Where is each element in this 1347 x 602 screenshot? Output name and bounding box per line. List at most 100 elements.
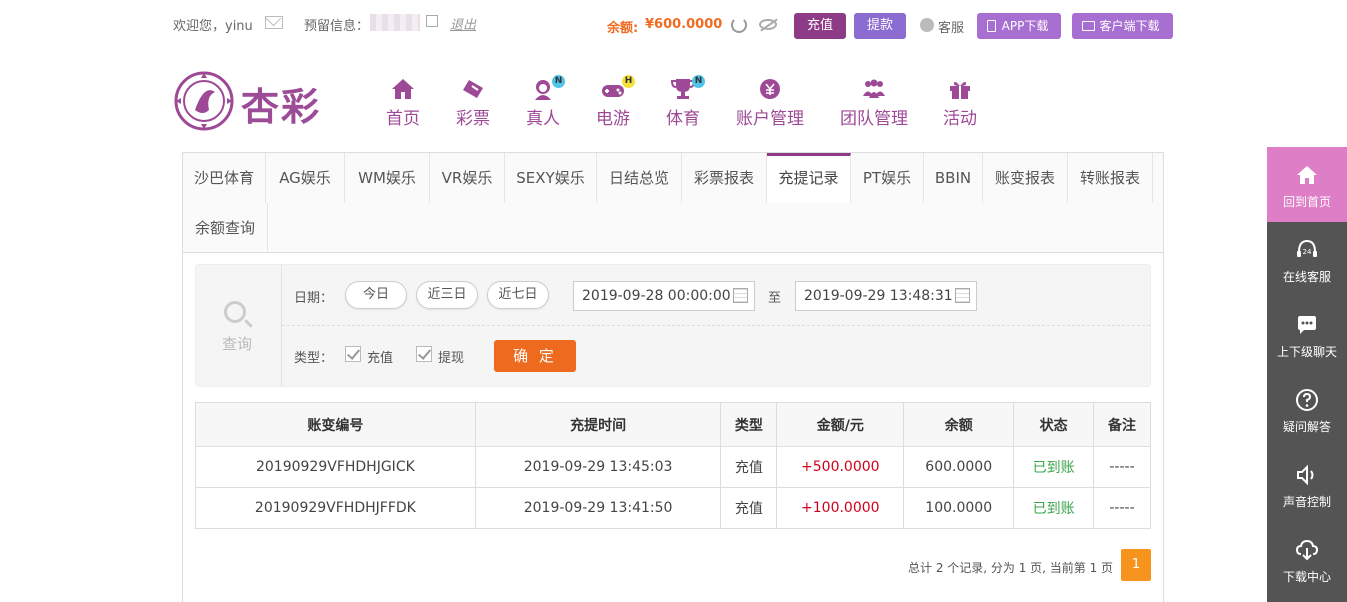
nav-sports-label: 体育 [666,109,700,129]
col-serial: 账变编号 [195,402,476,447]
col-status: 状态 [1013,402,1095,447]
today-button[interactable]: 今日 [345,281,407,309]
tab-wm[interactable]: WM娱乐 [345,153,430,203]
cell-serial: 20190929VFHDHJFFDK [195,487,476,529]
hide-balance-icon[interactable] [759,19,777,30]
side-online-service-label: 在线客服 [1282,270,1331,284]
side-back-home-label: 回到首页 [1282,195,1331,209]
nav-egames-label: 电游 [596,109,630,129]
cell-amount: +100.0000 [776,487,905,529]
cell-serial: 20190929VFHDHJGICK [195,446,476,488]
nav-egames[interactable]: H 电游 [596,75,635,129]
records-table: 账变编号 充提时间 类型 金额/元 余额 状态 备注 20190929VFHDH… [195,402,1151,529]
side-faq[interactable]: 疑问解答 [1267,372,1347,447]
col-balance: 余额 [903,402,1015,447]
start-date-input[interactable]: 2019-09-28 00:00:00 [573,281,755,311]
nav-team[interactable]: 团队管理 [840,78,908,129]
records-content: 查询 日期： 今日 近三日 近七日 2019-09-28 00:00:00 至 … [183,253,1163,602]
tab-transfer-report[interactable]: 转账报表 [1068,153,1153,203]
nav-team-label: 团队管理 [840,109,908,129]
svg-text:24: 24 [1303,248,1312,256]
tab-sexy[interactable]: SEXY娱乐 [505,153,597,203]
app-download-button[interactable]: APP下载 [977,13,1061,39]
tab-ag[interactable]: AG娱乐 [266,153,345,203]
cell-remark: ----- [1093,487,1151,529]
withdraw-checkbox-label[interactable]: 提现 [438,347,464,366]
withdraw-button[interactable]: 提款 [854,13,906,39]
side-online-service[interactable]: 24 在线客服 [1267,222,1347,297]
cell-remark: ----- [1093,446,1151,488]
customer-service-icon [920,18,934,32]
col-time: 充提时间 [474,402,722,447]
client-download-button[interactable]: 客户端下载 [1072,13,1173,39]
tab-balance-query[interactable]: 余额查询 [183,203,268,253]
nav-live[interactable]: N 真人 [526,75,565,129]
reserved-info-label: 预留信息： [304,19,370,34]
balance-value: ¥600.0000 [645,17,723,32]
cell-balance: 100.0000 [903,487,1015,529]
nav-lottery[interactable]: 彩票 [456,78,490,129]
side-download-center-label: 下载中心 [1282,570,1331,584]
refresh-icon[interactable] [731,17,747,33]
recharge-button[interactable]: 充值 [794,13,846,39]
customer-service-link[interactable]: 客服 [938,17,964,36]
page-1-button[interactable]: 1 [1121,549,1151,581]
query-side: 查询 [196,265,282,386]
side-sound-control-label: 声音控制 [1282,495,1331,509]
edit-icon[interactable] [426,15,438,27]
nav-sports[interactable]: N 体育 [666,75,705,129]
logout-link[interactable]: 退出 [450,14,476,33]
start-date-value: 2019-09-28 00:00:00 [582,288,731,304]
tab-pt[interactable]: PT娱乐 [851,153,924,203]
date-to-label: 至 [768,291,782,306]
col-amount: 金额/元 [776,402,905,447]
yuan-icon [760,79,780,99]
side-faq-label: 疑问解答 [1282,420,1331,434]
query-title: 查询 [222,335,253,353]
logo-text[interactable]: 杏彩 [241,76,321,131]
calendar-icon[interactable] [733,288,748,303]
col-type: 类型 [720,402,778,447]
nav-home[interactable]: 首页 [386,78,420,129]
calendar-icon[interactable] [955,288,970,303]
confirm-button[interactable]: 确 定 [494,340,576,372]
mail-icon[interactable] [265,16,283,29]
query-box: 查询 日期： 今日 近三日 近七日 2019-09-28 00:00:00 至 … [195,264,1151,387]
client-download-label: 客户端下载 [1099,19,1160,33]
three-days-button[interactable]: 近三日 [416,281,478,309]
cell-status: 已到账 [1013,446,1095,488]
side-back-home[interactable]: 回到首页 [1267,147,1347,222]
side-sound-control[interactable]: 声音控制 [1267,447,1347,522]
cell-type: 充值 [720,487,778,529]
tab-daily-overview[interactable]: 日结总览 [597,153,682,203]
tab-saba-sports[interactable]: 沙巴体育 [183,153,266,203]
tab-bbin[interactable]: BBIN [924,153,983,203]
nav-activity[interactable]: 活动 [943,78,977,129]
nav-account[interactable]: 账户管理 [736,78,804,129]
nav-account-label: 账户管理 [736,109,804,129]
recharge-checkbox[interactable] [345,346,361,362]
cell-amount: +500.0000 [776,446,905,488]
monitor-icon [1082,21,1095,31]
recharge-checkbox-label[interactable]: 充值 [367,347,393,366]
phone-icon [987,20,996,32]
col-remark: 备注 [1093,402,1151,447]
tab-lottery-report[interactable]: 彩票报表 [682,153,767,203]
cell-time: 2019-09-29 13:45:03 [474,446,722,488]
search-icon [224,301,246,323]
cell-time: 2019-09-29 13:41:50 [474,487,722,529]
nav-live-label: 真人 [526,109,560,129]
nav-home-label: 首页 [386,109,420,129]
tab-vr[interactable]: VR娱乐 [430,153,505,203]
report-panel: 沙巴体育 AG娱乐 WM娱乐 VR娱乐 SEXY娱乐 日结总览 彩票报表 充提记… [182,152,1164,602]
side-chat[interactable]: 上下级聊天 [1267,297,1347,372]
seven-days-button[interactable]: 近七日 [487,281,549,309]
withdraw-checkbox[interactable] [416,346,432,362]
logo-emblem-icon[interactable] [173,70,235,132]
tab-deposit-withdraw-records[interactable]: 充提记录 [767,153,851,203]
type-label: 类型： [294,351,334,366]
side-download-center[interactable]: 下载中心 [1267,522,1347,597]
tab-account-change-report[interactable]: 账变报表 [983,153,1068,203]
end-date-input[interactable]: 2019-09-29 13:48:31 [795,281,977,311]
cell-type: 充值 [720,446,778,488]
